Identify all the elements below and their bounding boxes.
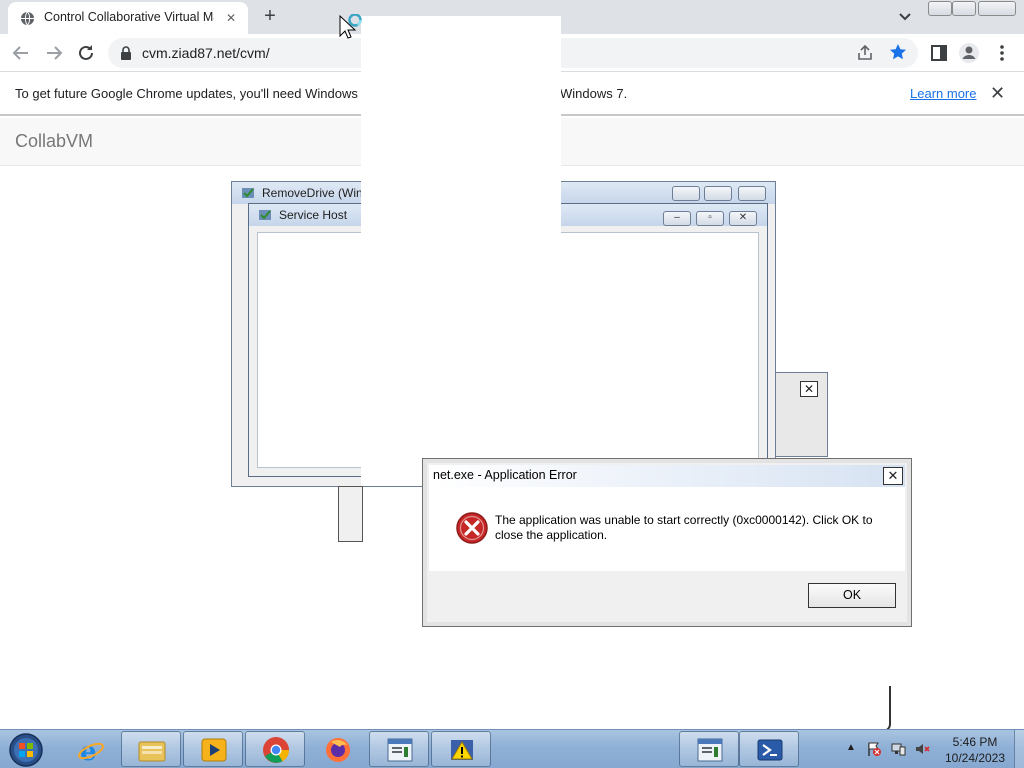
globe-icon (20, 11, 35, 26)
window-restore-button[interactable] (952, 1, 976, 16)
ok-button[interactable]: OK (808, 583, 896, 608)
side-panel-icon[interactable] (928, 42, 950, 64)
taskbar-clock[interactable]: 5:46 PM 10/24/2023 (940, 734, 1010, 766)
media-player-icon (201, 738, 227, 762)
network-icon[interactable] (890, 741, 906, 757)
tab-close-icon[interactable]: ✕ (222, 9, 240, 27)
taskbar-media-player[interactable] (183, 731, 243, 767)
new-tab-button[interactable]: + (258, 5, 282, 29)
profile-avatar-icon[interactable] (958, 42, 980, 64)
taskbar-file-explorer[interactable] (121, 731, 181, 767)
taskbar-app-window-2[interactable] (679, 731, 739, 767)
service-host-maximize-button[interactable]: ▫ (696, 211, 724, 226)
taskbar-internet-explorer[interactable]: e (60, 731, 120, 767)
clock-time: 5:46 PM (952, 735, 998, 749)
taskbar-app-window[interactable] (369, 731, 429, 767)
app-window-icon (387, 738, 413, 762)
window-outline-artifact (580, 686, 891, 732)
back-arrow-icon[interactable] (10, 42, 32, 64)
bookmark-star-icon[interactable] (888, 42, 908, 62)
error-dialog-body: The application was unable to start corr… (429, 487, 905, 571)
browser-menu-icon[interactable] (991, 42, 1013, 64)
removedrive-app-icon (242, 188, 254, 198)
error-dialog-titlebar[interactable]: net.exe - Application Error ✕ (429, 465, 905, 487)
window-close-button[interactable] (978, 1, 1016, 16)
infobar-message: To get future Google Chrome updates, you… (15, 86, 358, 101)
application-error-dialog[interactable]: net.exe - Application Error ✕ The applic… (422, 458, 912, 627)
app-window-icon-2 (697, 738, 723, 762)
removedrive-close-button[interactable] (738, 186, 766, 201)
folder-icon (138, 741, 166, 762)
removedrive-title: RemoveDrive (Win (262, 186, 363, 200)
learn-more-link[interactable]: Learn more (910, 86, 976, 101)
removedrive-maximize-button[interactable] (704, 186, 732, 201)
service-host-title: Service Host (279, 208, 348, 222)
background-window-close-button[interactable]: ✕ (800, 381, 818, 397)
forward-arrow-icon[interactable] (43, 42, 65, 64)
service-host-close-button[interactable]: ✕ (729, 211, 757, 226)
removedrive-minimize-button[interactable] (672, 186, 700, 201)
taskbar-powershell[interactable] (739, 731, 799, 767)
infobar-message-tail: Windows 7. (560, 86, 628, 101)
start-orb-icon[interactable] (6, 731, 46, 768)
service-host-app-icon (259, 210, 271, 220)
security-warning-icon (451, 740, 473, 760)
error-dialog-message: The application was unable to start corr… (495, 513, 873, 542)
error-dialog-title: net.exe - Application Error (433, 468, 577, 482)
busy-cursor-icon (339, 14, 362, 39)
action-center-flag-icon[interactable] (866, 741, 882, 757)
service-host-minimize-button[interactable]: – (663, 211, 691, 226)
background-window-fragment-2 (338, 486, 363, 542)
chrome-icon (263, 737, 290, 763)
collabvm-brand[interactable]: CollabVM (15, 131, 93, 152)
taskbar-chrome[interactable] (245, 731, 305, 767)
show-desktop-button[interactable] (1014, 730, 1024, 768)
windows-taskbar: e ▲ 5:46 PM 10/24/2023 (0, 729, 1024, 768)
window-minimize-button[interactable] (928, 1, 952, 16)
tab-search-chevron-icon[interactable] (896, 8, 914, 26)
lock-icon[interactable] (120, 46, 132, 60)
firefox-icon (326, 738, 350, 762)
error-dialog-close-button[interactable]: ✕ (883, 467, 903, 485)
volume-muted-icon[interactable] (914, 741, 930, 757)
blank-popup-overlay (361, 16, 561, 486)
taskbar-security-warning-app[interactable] (431, 731, 491, 767)
taskbar-firefox[interactable] (307, 731, 367, 767)
powershell-icon (757, 739, 783, 761)
tab-title: Control Collaborative Virtual Ma (44, 10, 214, 24)
error-icon (456, 512, 488, 544)
background-window-fragment[interactable]: ✕ (775, 372, 828, 457)
tray-expand-chevron-icon[interactable]: ▲ (846, 742, 856, 753)
clock-date: 10/24/2023 (944, 751, 1006, 765)
address-url: cvm.ziad87.net/cvm/ (142, 45, 270, 61)
browser-tab[interactable]: Control Collaborative Virtual Ma ✕ (8, 2, 248, 34)
reload-icon[interactable] (75, 42, 97, 64)
infobar-close-icon[interactable]: ✕ (990, 83, 1005, 104)
share-icon[interactable] (856, 44, 874, 62)
internet-explorer-icon: e (78, 737, 104, 764)
